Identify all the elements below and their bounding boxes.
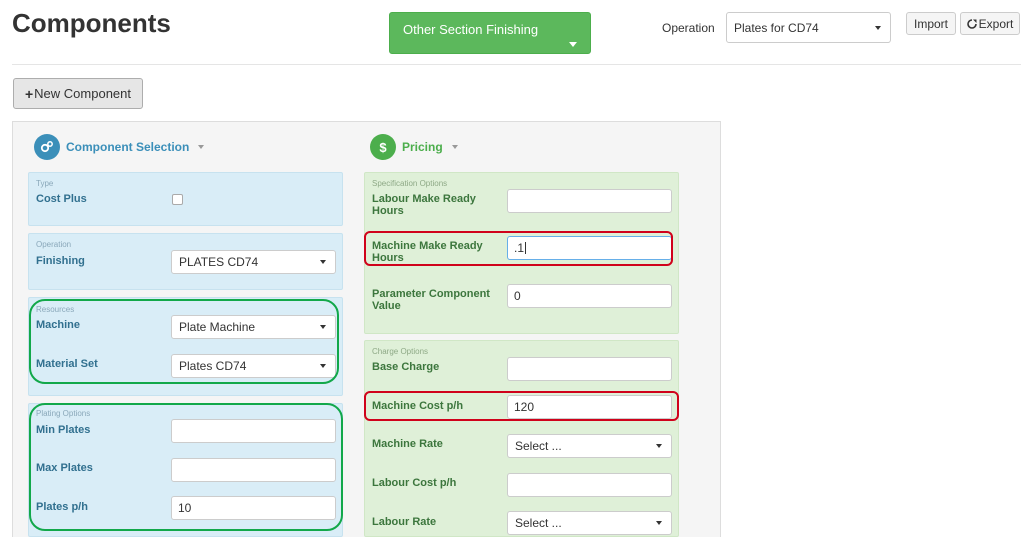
labour-make-ready-input[interactable] [507,189,672,213]
cogs-icon [34,134,60,160]
caret-down-icon [569,42,577,47]
type-card-heading: Type [36,179,54,188]
operation-card-heading: Operation [36,240,72,249]
page-title: Components [12,8,171,38]
labour-make-ready-label: Labour Make Ready Hours [372,193,476,217]
plus-icon: + [24,85,34,102]
type-card: Type Cost Plus [28,172,343,226]
pricing-header[interactable]: $ Pricing [370,134,458,160]
section-dropdown-button[interactable]: Other Section Finishing [389,12,591,54]
new-component-label: New Component [34,86,131,101]
operation-label: Operation [662,21,715,35]
cost-plus-label: Cost Plus [36,193,87,205]
pricing-title: Pricing [402,140,443,154]
finishing-select-value: PLATES CD74 [179,255,259,269]
section-button-label: Other Section Finishing [403,22,539,37]
export-icon [966,18,977,29]
import-label: Import [913,16,948,31]
caret-down-icon [451,145,458,149]
cost-plus-checkbox[interactable] [172,194,183,205]
caret-down-icon [656,444,662,448]
parameter-component-input[interactable]: 0 [507,284,672,308]
machine-rate-label: Machine Rate [372,438,443,450]
resources-highlight-outline [29,299,339,384]
machine-make-ready-highlight [364,231,673,266]
finishing-label: Finishing [36,255,85,267]
export-button[interactable]: Export [960,12,1020,35]
caret-down-icon [198,145,205,149]
component-selection-title: Component Selection [66,140,190,154]
dollar-icon: $ [370,134,396,160]
header-divider [12,64,1021,65]
new-component-button[interactable]: + New Component [13,78,143,109]
caret-down-icon [320,260,326,264]
finishing-select[interactable]: PLATES CD74 [171,250,336,274]
charge-card-heading: Charge Options [372,347,429,356]
operation-select[interactable]: Plates for CD74 [726,12,891,43]
charge-options-card: Charge Options Base Charge Machine Cost … [364,340,679,537]
machine-rate-select-value: Select ... [515,439,562,453]
caret-down-icon [656,521,662,525]
labour-rate-select-value: Select ... [515,516,562,530]
parameter-component-label: Parameter Component Value [372,288,490,312]
specification-card-heading: Specification Options [372,179,448,188]
machine-cost-highlight [364,391,679,421]
base-charge-label: Base Charge [372,361,440,373]
plating-highlight-outline [29,403,343,531]
base-charge-input[interactable] [507,357,672,381]
caret-down-icon [875,25,881,30]
export-label: Export [978,16,1014,31]
import-button[interactable]: Import [906,12,956,35]
operation-card: Operation Finishing PLATES CD74 [28,233,343,290]
machine-rate-select[interactable]: Select ... [507,434,672,458]
operation-select-value: Plates for CD74 [734,20,819,35]
labour-rate-label: Labour Rate [372,516,437,528]
labour-rate-select[interactable]: Select ... [507,511,672,535]
component-selection-header[interactable]: Component Selection [34,134,205,160]
labour-cost-label: Labour Cost p/h [372,477,457,489]
labour-cost-input[interactable] [507,473,672,497]
